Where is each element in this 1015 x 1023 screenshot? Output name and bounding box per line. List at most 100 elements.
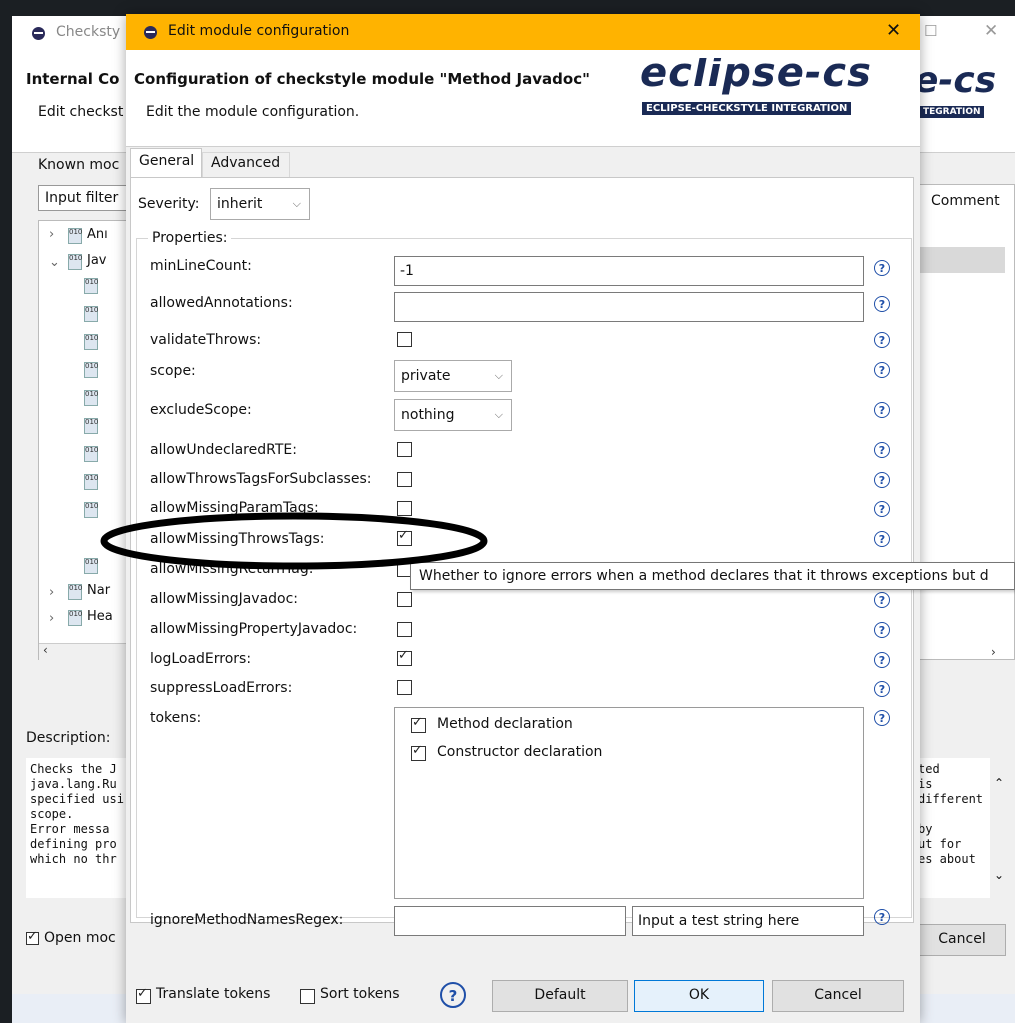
- scroll-left-icon[interactable]: ‹: [43, 643, 48, 657]
- tab-general[interactable]: General: [130, 148, 202, 178]
- tree-item-headers[interactable]: Hea: [87, 609, 113, 624]
- allowmissingpropertyjavadoc-checkbox[interactable]: [397, 622, 412, 637]
- close-icon[interactable]: ✕: [984, 21, 998, 41]
- close-icon[interactable]: ✕: [886, 20, 901, 41]
- token-method-declaration[interactable]: Method declaration: [437, 716, 573, 732]
- description-label: Description:: [26, 730, 111, 746]
- translate-tokens-checkbox[interactable]: [136, 986, 151, 1004]
- scope-label: scope:: [150, 363, 196, 379]
- allowthrowstagsforsubclasses-checkbox[interactable]: [397, 472, 412, 487]
- background-header-title: Internal Co: [26, 70, 120, 88]
- module-icon: 010: [84, 390, 98, 406]
- minlinecount-input[interactable]: -1: [394, 256, 864, 286]
- help-icon[interactable]: ?: [874, 909, 890, 925]
- tree-item-naming[interactable]: Nar: [87, 583, 110, 598]
- module-group-icon: 010: [68, 228, 82, 244]
- tokens-label: tokens:: [150, 710, 202, 726]
- background-banner: e-cs TEGRATION: [912, 66, 1012, 126]
- tree-expander-icon[interactable]: ⌄: [49, 255, 60, 270]
- allowthrowstagsforsubclasses-label: allowThrowsTagsForSubclasses:: [150, 471, 372, 487]
- tree-item-javadoc[interactable]: Jav: [87, 253, 107, 268]
- suppressloaderrors-checkbox[interactable]: [397, 680, 412, 695]
- minlinecount-label: minLineCount:: [150, 258, 252, 274]
- help-icon[interactable]: ?: [874, 652, 890, 668]
- help-icon[interactable]: ?: [874, 472, 890, 488]
- tree-expander-icon[interactable]: ›: [49, 611, 54, 626]
- dialog-header: Configuration of checkstyle module "Meth…: [126, 50, 920, 147]
- maximize-icon[interactable]: ☐: [924, 22, 937, 40]
- tab-advanced-label: Advanced: [211, 155, 281, 171]
- highlight-ellipse: [100, 512, 488, 570]
- description-scrollbar[interactable]: ⌃ ⌄: [990, 758, 1010, 898]
- help-icon[interactable]: ?: [440, 982, 466, 1008]
- cancel-button[interactable]: Cancel: [772, 980, 904, 1012]
- tokens-list[interactable]: Method declaration Constructor declarati…: [394, 707, 864, 899]
- scroll-up-icon[interactable]: ⌃: [994, 776, 1004, 790]
- module-icon: 010: [84, 474, 98, 490]
- help-icon[interactable]: ?: [874, 332, 890, 348]
- allowundeclaredrte-checkbox[interactable]: [397, 442, 412, 457]
- default-button[interactable]: Default: [492, 980, 628, 1012]
- ok-button[interactable]: OK: [634, 980, 764, 1012]
- selected-table-row[interactable]: [919, 247, 1005, 273]
- scope-select[interactable]: private ⌵: [394, 360, 512, 392]
- scroll-down-icon[interactable]: ⌄: [994, 868, 1004, 882]
- help-icon[interactable]: ?: [874, 622, 890, 638]
- help-icon[interactable]: ?: [874, 362, 890, 378]
- help-icon[interactable]: ?: [874, 592, 890, 608]
- description-text-right: ted is different by ut for es about: [918, 758, 990, 898]
- help-icon[interactable]: ?: [874, 442, 890, 458]
- banner-subtitle: ECLIPSE-CHECKSTYLE INTEGRATION: [642, 102, 852, 115]
- allowmissingjavadoc-checkbox[interactable]: [397, 592, 412, 607]
- module-icon: 010: [84, 362, 98, 378]
- background-window-title: Checksty: [56, 24, 121, 40]
- description-text-left: Checks the J java.lang.Ru specified usi …: [26, 758, 138, 898]
- token-checkbox[interactable]: [411, 743, 426, 761]
- open-module-checkbox[interactable]: [26, 929, 39, 945]
- help-icon[interactable]: ?: [874, 296, 890, 312]
- ignoremethodnamesregex-input[interactable]: [394, 906, 626, 936]
- eclipse-icon: [144, 26, 157, 39]
- help-icon[interactable]: ?: [874, 710, 890, 726]
- dialog-header-title: Configuration of checkstyle module "Meth…: [134, 70, 590, 88]
- excludescope-select[interactable]: nothing ⌵: [394, 399, 512, 431]
- logloaderrors-checkbox[interactable]: [397, 648, 412, 666]
- tab-advanced[interactable]: Advanced: [202, 152, 290, 178]
- module-icon: 010: [84, 502, 98, 518]
- module-icon: 010: [84, 446, 98, 462]
- token-checkbox[interactable]: [411, 715, 426, 733]
- sort-tokens-checkbox[interactable]: [300, 989, 315, 1004]
- background-cancel-button[interactable]: Cancel: [918, 924, 1006, 956]
- allowedannotations-input[interactable]: [394, 292, 864, 322]
- scroll-right-icon[interactable]: ›: [991, 645, 996, 659]
- tree-expander-icon[interactable]: ›: [49, 227, 54, 242]
- tree-expander-icon[interactable]: ›: [49, 585, 54, 600]
- validatethrows-checkbox[interactable]: [397, 332, 412, 347]
- severity-value: inherit: [217, 196, 263, 212]
- properties-label: Properties:: [148, 230, 232, 246]
- background-banner-sub: TEGRATION: [920, 106, 984, 118]
- help-icon[interactable]: ?: [874, 531, 890, 547]
- eclipse-icon: [32, 27, 45, 40]
- dialog-title-bar: Edit module configuration ✕: [126, 14, 920, 50]
- regex-test-input[interactable]: Input a test string here: [632, 906, 864, 936]
- help-icon[interactable]: ?: [874, 501, 890, 517]
- severity-select[interactable]: inherit ⌵: [210, 188, 310, 220]
- help-icon[interactable]: ?: [874, 402, 890, 418]
- module-group-icon: 010: [68, 610, 82, 626]
- allowundeclaredrte-label: allowUndeclaredRTE:: [150, 442, 297, 458]
- module-icon: 010: [84, 306, 98, 322]
- help-icon[interactable]: ?: [874, 681, 890, 697]
- tree-item-annotations[interactable]: Anı: [87, 227, 108, 242]
- excludescope-label: excludeScope:: [150, 402, 252, 418]
- severity-label: Severity:: [138, 196, 200, 212]
- background-banner-text: e-cs: [914, 66, 997, 101]
- sort-tokens-label: Sort tokens: [320, 986, 400, 1002]
- help-icon[interactable]: ?: [874, 260, 890, 276]
- eclipse-cs-banner: eclipse-cs ECLIPSE-CHECKSTYLE INTEGRATIO…: [634, 58, 916, 124]
- known-modules-label: Known moc: [38, 157, 120, 173]
- token-constructor-declaration[interactable]: Constructor declaration: [437, 744, 602, 760]
- module-group-icon: 010: [68, 584, 82, 600]
- suppressloaderrors-label: suppressLoadErrors:: [150, 680, 293, 696]
- allowmissingjavadoc-label: allowMissingJavadoc:: [150, 591, 299, 607]
